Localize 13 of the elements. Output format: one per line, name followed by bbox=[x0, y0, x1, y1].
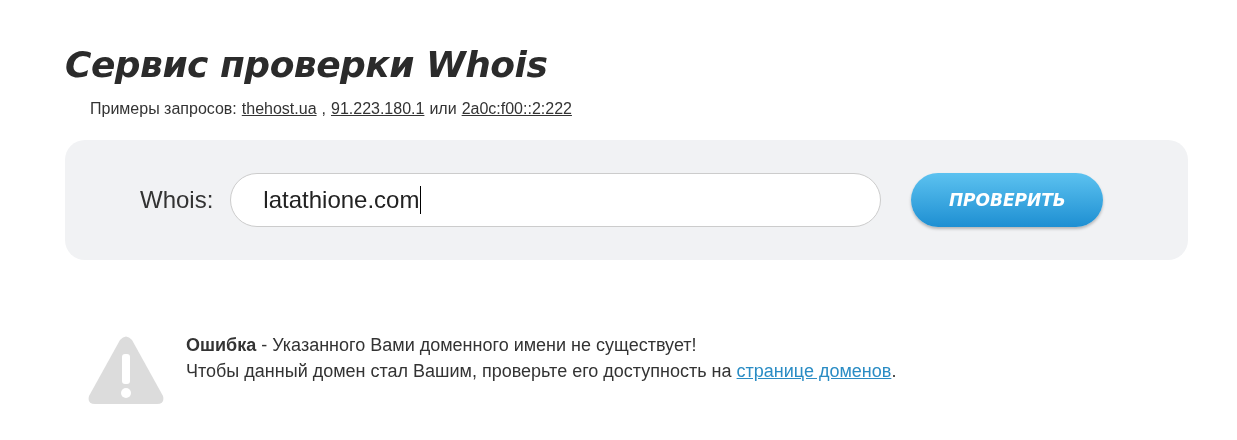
examples-label: Примеры запросов: bbox=[90, 100, 237, 118]
page-title: Сервис проверки Whois bbox=[65, 43, 549, 87]
example-link[interactable]: 2a0c:f00::2:222 bbox=[461, 100, 572, 118]
field-label: Whois: bbox=[140, 186, 214, 214]
domain-input[interactable]: latathione.com bbox=[230, 173, 882, 227]
separator-text: , bbox=[321, 100, 326, 118]
separator-text: или bbox=[429, 100, 457, 118]
example-link[interactable]: 91.223.180.1 bbox=[331, 100, 425, 118]
error-message: Ошибка - Указанного Вами доменного имени не существует! bbox=[186, 334, 698, 357]
domains-page-link[interactable]: странице доменов bbox=[736, 361, 892, 381]
warning-icon bbox=[87, 336, 165, 406]
example-link[interactable]: thehost.ua bbox=[241, 100, 317, 118]
error-hint: Чтобы данный домен стал Вашим, проверьте его доступность на странице доменов. bbox=[186, 360, 897, 383]
